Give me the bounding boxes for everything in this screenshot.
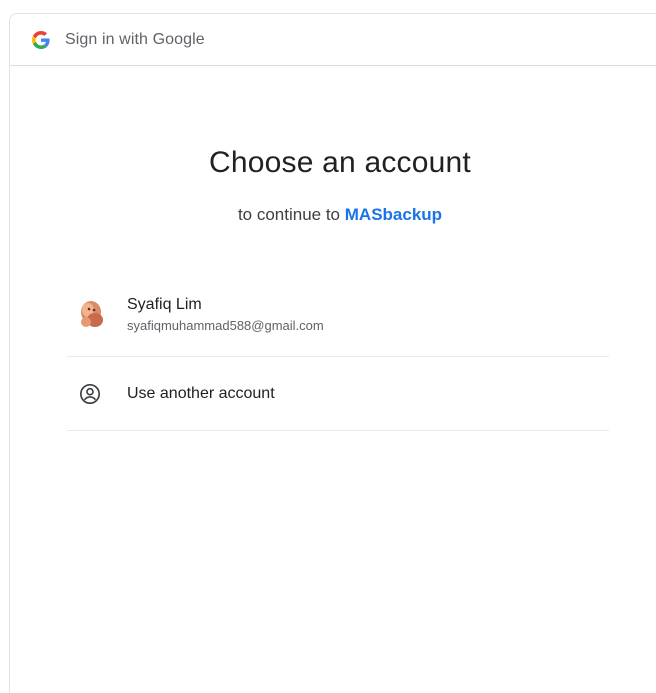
- dialog-header: Sign in with Google: [10, 14, 656, 66]
- profile-avatar: [81, 300, 103, 327]
- page-title: Choose an account: [209, 146, 471, 179]
- account-list: Syafiq Lim syafiqmuhammad588@gmail.com U…: [67, 273, 609, 431]
- sign-in-dialog: Sign in with Google Choose an account to…: [9, 13, 656, 693]
- use-another-account-label: Use another account: [127, 384, 275, 402]
- account-item[interactable]: Syafiq Lim syafiqmuhammad588@gmail.com: [67, 273, 609, 357]
- use-another-account-button[interactable]: Use another account: [67, 357, 609, 431]
- header-title: Sign in with Google: [65, 30, 205, 48]
- account-text: Syafiq Lim syafiqmuhammad588@gmail.com: [127, 295, 324, 335]
- account-circle-icon: [80, 383, 100, 404]
- google-g-icon: [32, 30, 50, 49]
- subtitle-prefix: to continue to: [237, 205, 345, 224]
- app-name-link[interactable]: MASbackup: [345, 205, 442, 224]
- account-email: syafiqmuhammad588@gmail.com: [127, 317, 324, 333]
- page-subtitle: to continue to MASbackup: [10, 205, 656, 225]
- account-name: Syafiq Lim: [127, 295, 202, 313]
